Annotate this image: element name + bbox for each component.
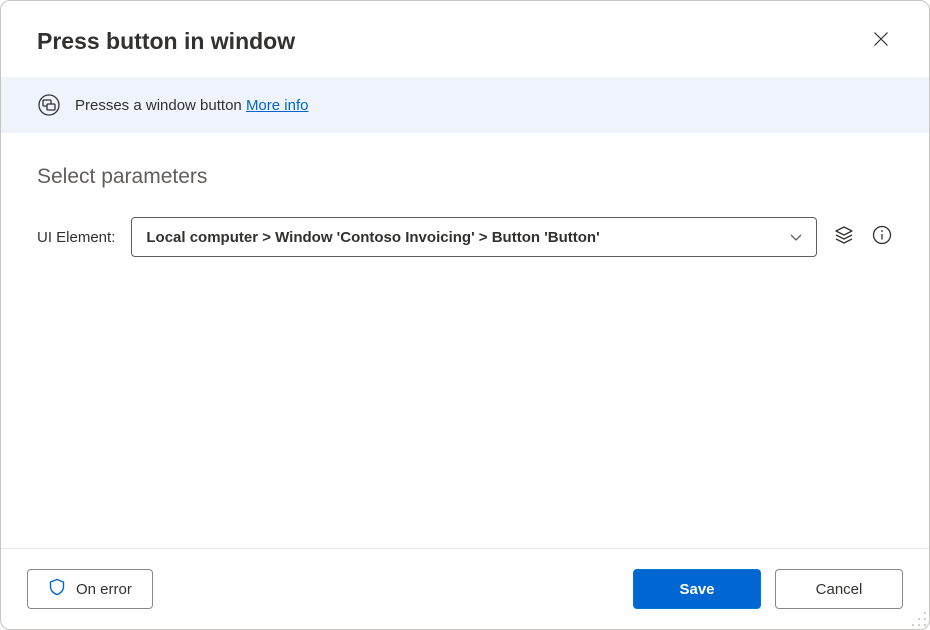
dialog-footer: On error Save Cancel — [1, 548, 929, 629]
dialog-body: Select parameters UI Element: Local comp… — [1, 133, 929, 548]
action-icon — [37, 93, 61, 117]
more-info-link[interactable]: More info — [246, 97, 309, 114]
layers-icon — [834, 225, 854, 250]
ui-element-value: Local computer > Window 'Contoso Invoici… — [146, 229, 786, 246]
dialog-header: Press button in window — [1, 1, 929, 77]
chevron-down-icon — [786, 227, 806, 247]
on-error-button[interactable]: On error — [27, 569, 153, 609]
cancel-button[interactable]: Cancel — [775, 569, 903, 609]
close-icon — [873, 31, 889, 52]
dialog: Press button in window Presses a window … — [0, 0, 930, 630]
section-title: Select parameters — [37, 165, 893, 189]
info-description: Presses a window button — [75, 97, 242, 114]
info-bar: Presses a window button More info — [1, 77, 929, 133]
shield-icon — [48, 578, 66, 600]
info-circle-icon — [872, 225, 892, 250]
on-error-label: On error — [76, 581, 132, 598]
info-text: Presses a window button More info — [75, 97, 308, 114]
dialog-title: Press button in window — [37, 28, 865, 55]
save-button[interactable]: Save — [633, 569, 761, 609]
ui-element-row: UI Element: Local computer > Window 'Con… — [37, 217, 893, 257]
parameter-info-button[interactable] — [871, 226, 893, 248]
ui-element-label: UI Element: — [37, 229, 115, 246]
ui-element-dropdown[interactable]: Local computer > Window 'Contoso Invoici… — [131, 217, 817, 257]
close-button[interactable] — [865, 25, 897, 57]
ui-element-picker-button[interactable] — [833, 226, 855, 248]
